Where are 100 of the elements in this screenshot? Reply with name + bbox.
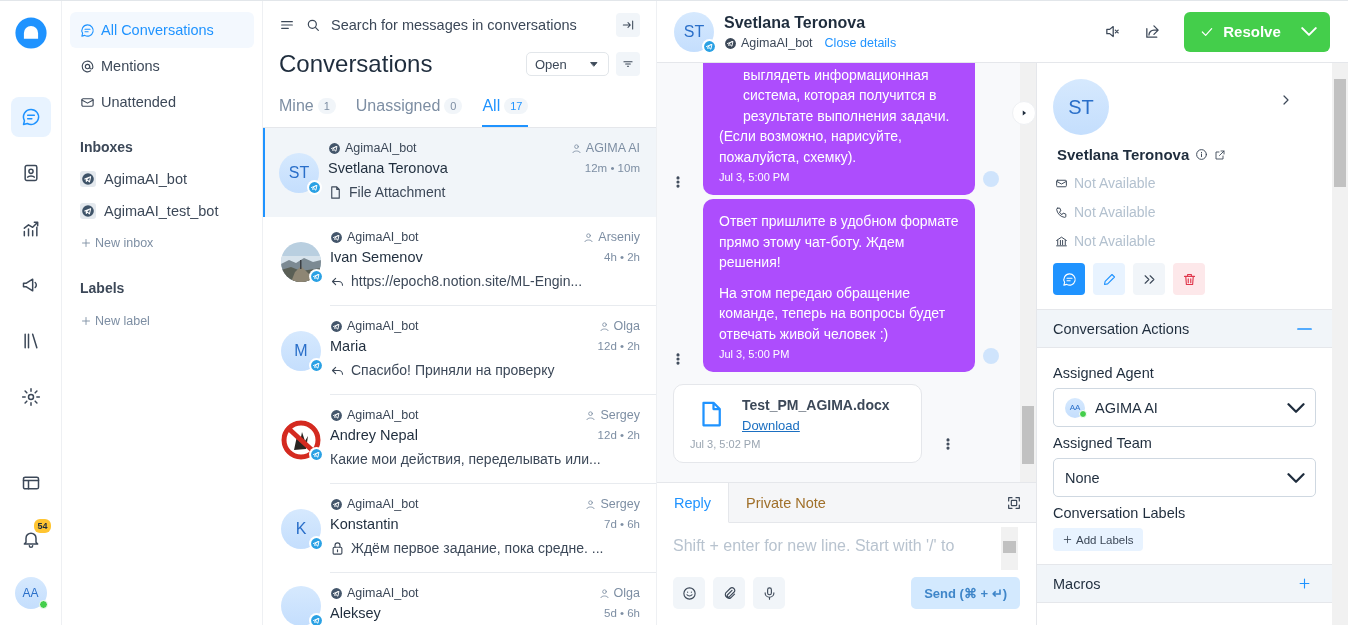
plus-icon bbox=[1297, 576, 1312, 591]
search-field[interactable]: Search for messages in conversations bbox=[331, 16, 606, 33]
add-labels-button[interactable]: Add Labels bbox=[1053, 528, 1143, 551]
agent-select[interactable]: AA AGIMA AI bbox=[1053, 388, 1316, 427]
inbox-item[interactable]: AgimaAI_test_bot bbox=[70, 195, 254, 227]
plus-icon bbox=[1062, 534, 1073, 545]
download-link[interactable]: Download bbox=[742, 418, 800, 433]
telegram-icon bbox=[330, 409, 343, 422]
contact-name: Maria bbox=[330, 337, 367, 356]
contact-name: Ivan Semenov bbox=[330, 248, 423, 267]
telegram-icon bbox=[310, 447, 323, 461]
conversation-time: 7d • 6h bbox=[604, 517, 640, 530]
conversation-time: 12d • 2h bbox=[597, 428, 640, 441]
attach-button[interactable] bbox=[713, 577, 745, 609]
telegram-icon bbox=[703, 39, 716, 53]
count-badge: 1 bbox=[317, 97, 336, 114]
notifications-button[interactable]: 54 bbox=[10, 519, 51, 559]
assignee-name: AGIMA AI bbox=[585, 140, 640, 157]
scrollbar[interactable] bbox=[1332, 63, 1348, 625]
merge-button[interactable] bbox=[1133, 263, 1165, 295]
window-icon bbox=[20, 473, 41, 493]
contact-detail: Not Available bbox=[1074, 204, 1156, 220]
pencil-icon bbox=[1101, 271, 1117, 287]
user-avatar[interactable]: AA bbox=[14, 577, 47, 609]
sidebar-item[interactable]: Mentions bbox=[70, 48, 254, 84]
info-icon[interactable] bbox=[1195, 148, 1209, 161]
telegram-icon bbox=[724, 36, 737, 50]
conversation-item[interactable]: M AgimaAI_bot Olga Maria 12d • 2h Спасибо! Приняли на проверку bbox=[263, 306, 656, 395]
conversation-item[interactable]: AgimaAI_bot Sergey Andrey Nepal 12d • 2h Какие мои действия, переделывать или... bbox=[263, 395, 656, 484]
emoji-icon bbox=[681, 585, 697, 601]
contact-avatar: ST bbox=[1053, 79, 1109, 135]
page-title: Conversations bbox=[279, 50, 434, 78]
building-icon bbox=[1055, 234, 1068, 248]
message-preview: File Attachment bbox=[349, 183, 446, 202]
expand-icon[interactable] bbox=[1006, 494, 1022, 511]
minus-icon bbox=[1297, 327, 1312, 330]
sidebar-item[interactable]: Unattended bbox=[70, 84, 254, 120]
new-inbox-link[interactable]: New inbox bbox=[70, 227, 254, 259]
scrollbar[interactable] bbox=[1001, 527, 1018, 570]
chevron-down-icon bbox=[1287, 402, 1305, 413]
plus-icon bbox=[80, 237, 92, 249]
message-time: Jul 3, 5:00 PM bbox=[719, 347, 791, 362]
new-message-button[interactable] bbox=[1053, 263, 1085, 295]
delete-button[interactable] bbox=[1173, 263, 1205, 295]
telegram-icon bbox=[330, 231, 343, 244]
conversation-item[interactable]: AgimaAI_bot Olga Aleksey 5d • 6h bbox=[263, 573, 656, 625]
assignee-name: Sergey bbox=[600, 407, 640, 424]
section-title: Labels bbox=[79, 279, 126, 298]
message-text: выглядеть информационная система, которая получится в результате выполнения задачи. bbox=[742, 65, 951, 126]
conversation-time: 4h • 2h bbox=[604, 250, 640, 263]
contact-name: Svetlana Teronova bbox=[328, 159, 448, 178]
conversation-item[interactable]: AgimaAI_bot Arseniy Ivan Semenov 4h • 2h https://epoch8.notion.site/ML-Engin... bbox=[263, 217, 656, 306]
conversation-time: 12m • 10m bbox=[584, 161, 640, 174]
telegram-icon bbox=[328, 142, 341, 155]
field-label: Assigned Team bbox=[1053, 434, 1153, 452]
telegram-icon bbox=[310, 269, 323, 283]
logo-icon[interactable] bbox=[13, 16, 48, 50]
mute-icon[interactable] bbox=[1104, 23, 1121, 40]
at-sign-icon bbox=[80, 58, 95, 74]
section-header[interactable]: Macros bbox=[1037, 564, 1332, 603]
field-label: Assigned Agent bbox=[1053, 364, 1155, 382]
person-icon bbox=[570, 143, 582, 154]
count-badge: 17 bbox=[504, 97, 529, 114]
chevron-down-icon bbox=[1301, 27, 1317, 36]
message-time: Jul 3, 5:00 PM bbox=[719, 170, 791, 185]
avatar: M bbox=[281, 330, 321, 371]
avatar bbox=[281, 585, 321, 625]
record-button[interactable] bbox=[753, 577, 785, 609]
filter-button[interactable] bbox=[616, 52, 640, 76]
team-select[interactable]: None bbox=[1053, 458, 1316, 497]
conversation-time: 12d • 2h bbox=[597, 339, 640, 352]
share-icon[interactable] bbox=[1144, 23, 1161, 40]
conversation-item[interactable]: K AgimaAI_bot Sergey Konstantin 7d • 6h Ждём первое задание, пока средне. ... bbox=[263, 484, 656, 573]
chat-icon bbox=[20, 107, 41, 127]
inbox-item[interactable]: AgimaAI_bot bbox=[70, 163, 254, 195]
contact-detail: Not Available bbox=[1074, 175, 1156, 191]
new-label-link[interactable]: New label bbox=[70, 305, 254, 337]
message-text: Ответ пришлите в удобном формате прямо этому чат-боту. Ждем решения! bbox=[719, 212, 959, 272]
telegram-icon bbox=[81, 172, 95, 186]
agent-avatar: AA bbox=[1065, 397, 1085, 418]
section-header[interactable]: Conversation Actions bbox=[1037, 309, 1332, 348]
avatar: ST bbox=[279, 152, 319, 193]
inbox-name: AgimaAI_bot bbox=[741, 36, 813, 50]
arrow-to-line-icon bbox=[621, 17, 635, 32]
count-badge: 0 bbox=[444, 97, 463, 114]
collapse-button[interactable] bbox=[616, 12, 640, 37]
emoji-button[interactable] bbox=[673, 577, 705, 609]
conversation-item[interactable]: ST AgimaAI_bot AGIMA AI Svetlana Teronova 12m • 10m File Attachment bbox=[263, 128, 656, 217]
scrollbar[interactable] bbox=[1020, 63, 1036, 482]
chevron-down-icon bbox=[1287, 472, 1305, 483]
assignee-name: Sergey bbox=[600, 496, 640, 513]
trash-icon bbox=[1181, 271, 1197, 287]
external-link-icon[interactable] bbox=[1214, 148, 1227, 161]
contact-avatar: ST bbox=[674, 11, 714, 52]
tab[interactable]: Private Note bbox=[729, 483, 842, 523]
status-select[interactable]: Open bbox=[526, 52, 609, 76]
document-icon bbox=[328, 184, 343, 200]
settings-icon bbox=[20, 387, 41, 407]
inbox-name: AgimaAI_bot bbox=[345, 140, 417, 157]
person-icon bbox=[598, 588, 610, 599]
